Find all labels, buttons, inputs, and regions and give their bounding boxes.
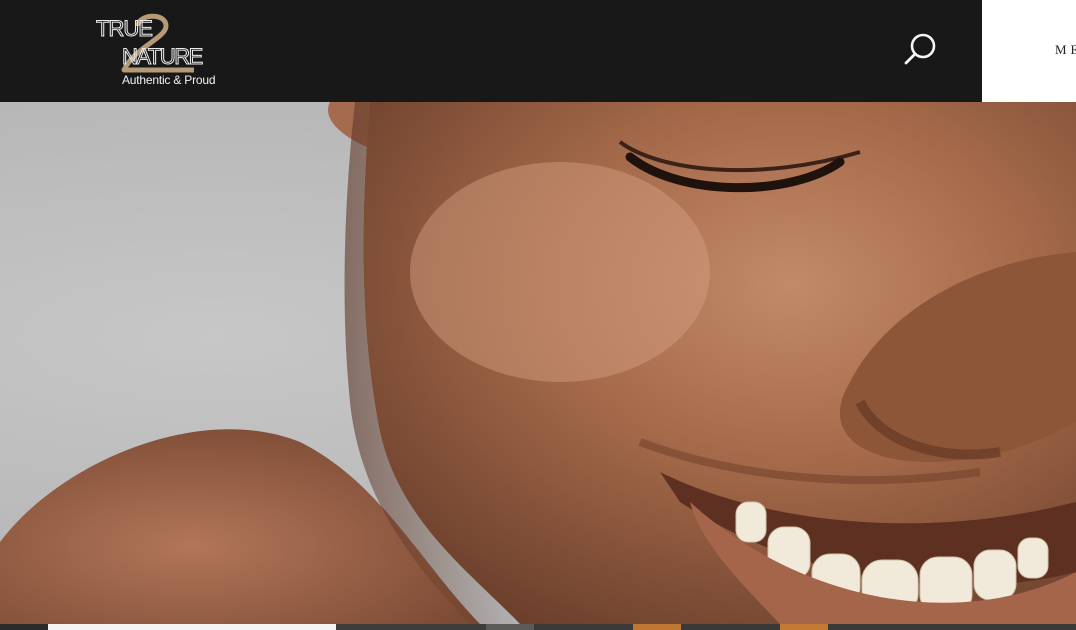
search-icon	[904, 33, 936, 65]
strip-segment	[780, 624, 828, 630]
bottom-thumbnail-strip	[0, 624, 1076, 630]
menu-button[interactable]: MENU	[982, 0, 1076, 102]
logo-tagline: Authentic & Proud	[122, 73, 216, 87]
site-logo[interactable]: TRUE NATURE Authentic & Proud	[94, 10, 216, 90]
strip-segment	[534, 624, 633, 630]
strip-segment	[633, 624, 681, 630]
hero-image	[0, 102, 1076, 624]
smiling-woman-image	[0, 102, 1076, 624]
menu-label: MENU	[1055, 42, 1076, 57]
svg-text:NATURE: NATURE	[122, 44, 203, 69]
search-button[interactable]	[902, 30, 940, 68]
strip-segment	[0, 624, 48, 630]
strip-segment	[681, 624, 780, 630]
strip-segment	[336, 624, 486, 630]
strip-segment	[828, 624, 1076, 630]
svg-text:TRUE: TRUE	[96, 16, 152, 41]
site-header: TRUE NATURE Authentic & Proud	[0, 0, 982, 102]
strip-segment	[48, 624, 336, 630]
strip-segment	[486, 624, 534, 630]
logo-mark-icon: TRUE NATURE	[96, 13, 205, 73]
